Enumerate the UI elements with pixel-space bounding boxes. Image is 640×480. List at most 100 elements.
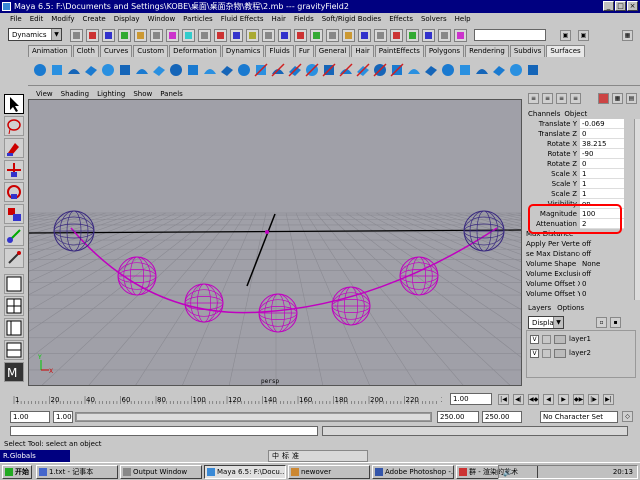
taskbar-task[interactable]: Output Window xyxy=(120,465,202,479)
shelf-extrude-icon[interactable] xyxy=(219,62,237,80)
render-view-icon[interactable]: ▣ xyxy=(560,30,571,41)
menu-fields[interactable]: Fields xyxy=(290,15,318,23)
channel-row[interactable]: Volume Offset Y0 xyxy=(524,289,634,299)
status-line-icon[interactable] xyxy=(166,29,179,42)
playback-end-field[interactable]: 250.00 xyxy=(437,411,479,423)
shelf-planar-icon[interactable] xyxy=(253,62,271,80)
step-forward-icon[interactable]: |▶ xyxy=(588,394,599,405)
channel-value[interactable]: 0 xyxy=(580,279,624,289)
command-input[interactable] xyxy=(10,426,318,436)
play-forward-icon[interactable]: ▶ xyxy=(558,394,569,405)
status-line-icon[interactable] xyxy=(278,29,291,42)
channel-row[interactable]: Volume Shape None xyxy=(524,259,634,269)
layer-editor-icon[interactable]: ≡ xyxy=(570,93,581,104)
menu-modify[interactable]: Modify xyxy=(47,15,78,23)
status-line-icon[interactable] xyxy=(358,29,371,42)
layer-row[interactable]: Vlayer1 xyxy=(527,333,635,345)
status-line-icon[interactable] xyxy=(294,29,307,42)
shelf-rebuild-icon[interactable] xyxy=(406,62,424,80)
status-line-icon[interactable] xyxy=(406,29,419,42)
channel-value[interactable]: None xyxy=(580,259,624,269)
channel-row[interactable]: Translate Z0 xyxy=(524,129,634,139)
shelf-sphere-icon[interactable] xyxy=(32,62,50,80)
channel-row[interactable]: Scale X1 xyxy=(524,169,634,179)
channel-value[interactable]: -0.069 xyxy=(580,119,624,129)
shelf-bevel-icon[interactable] xyxy=(287,62,305,80)
menu-hair[interactable]: Hair xyxy=(268,15,290,23)
wireframe-sphere[interactable] xyxy=(117,256,157,296)
layer-visibility-toggle[interactable]: V xyxy=(530,348,539,358)
menu-particles[interactable]: Particles xyxy=(179,15,217,23)
layer-color-swatch[interactable] xyxy=(554,334,566,344)
status-line-icon[interactable] xyxy=(310,29,323,42)
shelf-boundary-icon[interactable] xyxy=(270,62,288,80)
manipulator-tool-icon[interactable] xyxy=(4,226,24,246)
shelf-trim-icon[interactable] xyxy=(338,62,356,80)
status-line-icon[interactable] xyxy=(374,29,387,42)
layer-type-toggle[interactable] xyxy=(542,348,551,358)
channel-row[interactable]: Rotate X 38.215 xyxy=(524,139,634,149)
shelf-tab-rendering[interactable]: Rendering xyxy=(465,45,509,57)
maximize-icon[interactable]: □ xyxy=(615,1,626,11)
ime-item[interactable]: 准 xyxy=(292,451,299,461)
status-line-icon[interactable] xyxy=(326,29,339,42)
quick-select-field[interactable] xyxy=(474,29,546,41)
channel-value[interactable]: 38.215 xyxy=(580,139,624,149)
channel-value[interactable]: 0 xyxy=(580,129,624,139)
menu-create[interactable]: Create xyxy=(78,15,109,23)
shelf-stitch-icon[interactable] xyxy=(457,62,475,80)
shelf-duplicate-icon[interactable] xyxy=(525,62,543,80)
status-line-icon[interactable] xyxy=(182,29,195,42)
status-line-icon[interactable] xyxy=(422,29,435,42)
wireframe-sphere[interactable] xyxy=(258,293,298,333)
channel-value[interactable]: 1 xyxy=(580,169,624,179)
shelf-nurbs-icon[interactable] xyxy=(168,62,186,80)
shelf-cylinder-icon[interactable] xyxy=(66,62,84,80)
shelf-revolve-icon[interactable] xyxy=(202,62,220,80)
render-current-icon[interactable]: ▣ xyxy=(578,30,589,41)
taskbar-task[interactable]: Adobe Photoshop -... xyxy=(372,465,454,479)
shelf-tab-cloth[interactable]: Cloth xyxy=(72,45,99,57)
channel-value[interactable]: off xyxy=(580,269,624,279)
shelf-tab-surfaces[interactable]: Surfaces xyxy=(546,45,585,57)
channel-row[interactable]: Volume Offset X0 xyxy=(524,279,634,289)
current-frame-field[interactable]: 1.00 xyxy=(450,393,492,405)
select-tool-icon[interactable] xyxy=(4,94,24,114)
status-line-icon[interactable] xyxy=(102,29,115,42)
close-icon[interactable]: × xyxy=(627,1,638,11)
shelf-tab-subdivs[interactable]: Subdivs xyxy=(509,45,546,57)
lasso-tool-icon[interactable] xyxy=(4,116,24,136)
ime-item[interactable]: 中 xyxy=(272,451,279,461)
channel-value[interactable]: off xyxy=(580,249,624,259)
layer-display-dropdown[interactable]: Display ▼ xyxy=(528,316,564,329)
auto-key-icon[interactable]: ◇ xyxy=(622,411,633,422)
wireframe-sphere[interactable] xyxy=(399,256,439,296)
channel-row[interactable]: Rotate Z0 xyxy=(524,159,634,169)
viewport-menu-panels[interactable]: Panels xyxy=(156,90,187,98)
channel-value[interactable]: off xyxy=(580,239,624,249)
menu-window[interactable]: Window xyxy=(144,15,180,23)
layer-row[interactable]: Vlayer2 xyxy=(527,347,635,359)
shelf-align-icon[interactable] xyxy=(389,62,407,80)
tab-channels[interactable]: Channels xyxy=(528,110,560,119)
status-line-icon[interactable] xyxy=(390,29,403,42)
shelf-project-icon[interactable] xyxy=(304,62,322,80)
shelf-tab-deformation[interactable]: Deformation xyxy=(169,45,221,57)
shelf-birail-icon[interactable] xyxy=(236,62,254,80)
hypershade-layout-icon[interactable]: M xyxy=(4,362,24,382)
status-line-icon[interactable] xyxy=(214,29,227,42)
viewport-menu-shading[interactable]: Shading xyxy=(57,90,93,98)
shelf-tab-fluids[interactable]: Fluids xyxy=(265,45,294,57)
taskbar-task[interactable]: Maya 6.5: F:\Docu... xyxy=(204,465,286,479)
start-button[interactable]: 开始 xyxy=(2,465,32,479)
status-line-icon[interactable] xyxy=(262,29,275,42)
step-back-key-icon[interactable]: ◀◆ xyxy=(528,394,539,405)
status-line-icon[interactable] xyxy=(150,29,163,42)
shelf-tab-curves[interactable]: Curves xyxy=(99,45,133,57)
viewport-menu-lighting[interactable]: Lighting xyxy=(93,90,129,98)
channel-value[interactable]: -90 xyxy=(580,149,624,159)
layer-visibility-toggle[interactable]: V xyxy=(530,334,539,344)
channel-row[interactable]: Volume Exclusionoff xyxy=(524,269,634,279)
shelf-tab-animation[interactable]: Animation xyxy=(28,45,72,57)
window-title-bar[interactable]: Maya 6.5: F:\Documents and Settings\KOBE… xyxy=(0,0,640,13)
